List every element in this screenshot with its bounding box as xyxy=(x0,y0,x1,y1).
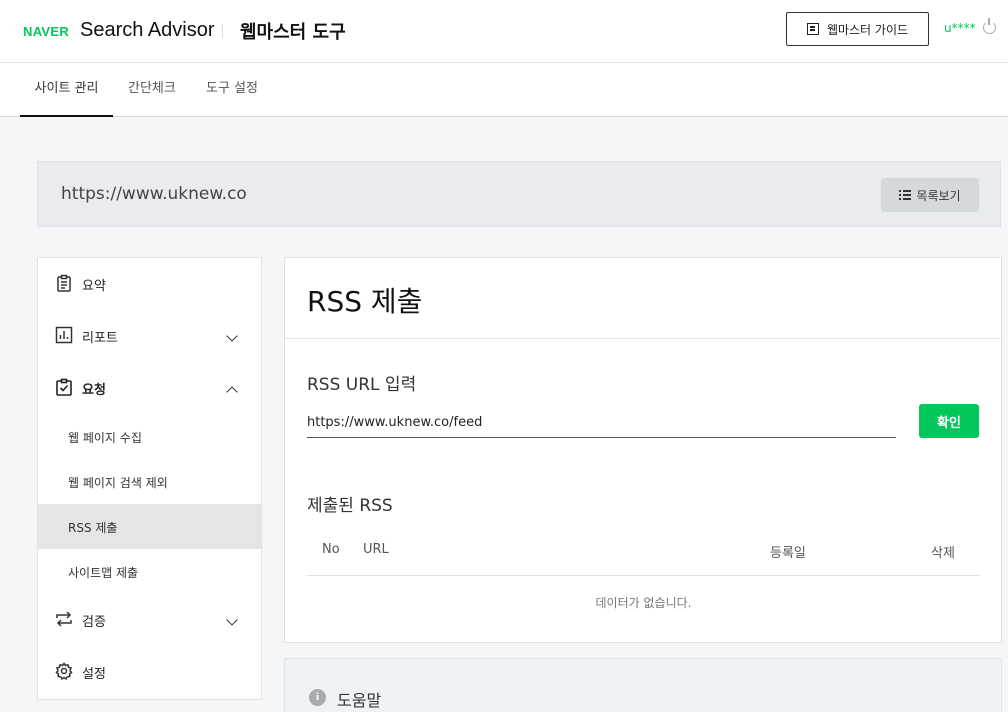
list-icon xyxy=(899,190,912,200)
rss-table-header: No URL 등록일 삭제 xyxy=(307,540,980,576)
brand-title[interactable]: Search Advisor xyxy=(80,19,215,42)
column-header-no: No xyxy=(322,542,340,557)
repeat-icon xyxy=(56,611,72,627)
sidebar-item-settings[interactable]: 설정 xyxy=(38,646,261,698)
sidebar-sub-item-rss-submit[interactable]: RSS 제출 xyxy=(38,504,261,549)
chevron-down-icon xyxy=(226,614,238,626)
sidebar-sub-item-web-page-collect[interactable]: 웹 페이지 수집 xyxy=(38,414,261,459)
info-icon: i xyxy=(309,689,326,706)
gear-icon xyxy=(55,662,73,680)
sidebar-item-verify[interactable]: 검증 xyxy=(38,594,261,646)
sidebar-item-label: 설정 xyxy=(82,667,106,682)
list-view-button[interactable]: 목록보기 xyxy=(881,178,979,212)
sidebar-item-summary[interactable]: 요약 xyxy=(38,258,261,310)
sidebar-sub-item-sitemap-submit[interactable]: 사이트맵 제출 xyxy=(38,549,261,594)
webmaster-guide-button[interactable]: 웹마스터 가이드 xyxy=(786,12,929,46)
sidebar-sub-item-web-page-exclude[interactable]: 웹 페이지 검색 제외 xyxy=(38,459,261,504)
sidebar-sub-item-label: RSS 제출 xyxy=(68,521,118,535)
tab-site-management[interactable]: 사이트 관리 xyxy=(20,63,113,117)
rss-submit-panel: RSS 제출 RSS URL 입력 확인 제출된 RSS No URL 등록일 … xyxy=(284,257,1002,643)
table-empty-message: 데이터가 없습니다. xyxy=(595,596,692,610)
guide-button-label: 웹마스터 가이드 xyxy=(826,22,909,37)
chevron-down-icon xyxy=(226,330,238,342)
rss-url-label: RSS URL 입력 xyxy=(307,375,417,395)
top-header: NAVER Search Advisor 웹마스터 도구 웹마스터 가이드 u*… xyxy=(0,0,1008,63)
site-bar: https://www.uknew.co 목록보기 xyxy=(37,161,1001,227)
checklist-icon xyxy=(56,378,72,396)
column-header-url: URL xyxy=(363,542,389,557)
naver-logo[interactable]: NAVER xyxy=(23,24,69,39)
site-url: https://www.uknew.co xyxy=(61,184,247,204)
confirm-button[interactable]: 확인 xyxy=(919,404,979,438)
help-box: i 도움말 xyxy=(284,658,1002,712)
book-icon xyxy=(806,23,819,35)
header-divider xyxy=(222,24,223,38)
clipboard-icon xyxy=(57,274,71,292)
sidebar-item-report[interactable]: 리포트 xyxy=(38,310,261,362)
tab-tool-settings[interactable]: 도구 설정 xyxy=(206,63,258,117)
sidebar-sub-item-label: 웹 페이지 수집 xyxy=(68,431,142,445)
sidebar-sub-item-label: 웹 페이지 검색 제외 xyxy=(68,476,168,490)
chevron-up-icon xyxy=(226,386,238,398)
chart-icon xyxy=(55,326,73,344)
rss-url-input[interactable] xyxy=(307,408,896,438)
sidebar-item-label: 요약 xyxy=(82,279,106,294)
main-tabs: 사이트 관리 간단체크 도구 설정 xyxy=(0,63,1008,117)
sidebar-item-request[interactable]: 요청 xyxy=(38,362,261,414)
panel-divider xyxy=(285,338,1001,339)
logout-power-icon[interactable] xyxy=(983,18,996,34)
submitted-rss-title: 제출된 RSS xyxy=(307,496,393,516)
column-header-delete: 삭제 xyxy=(931,546,955,561)
sidebar: 요약 리포트 요청 웹 페이지 수집 웹 페이지 검색 제외 RSS 제출 사이… xyxy=(37,257,262,700)
sidebar-sub-item-label: 사이트맵 제출 xyxy=(68,566,139,580)
sidebar-item-label: 검증 xyxy=(82,615,106,630)
panel-title: RSS 제출 xyxy=(307,285,423,318)
sidebar-item-label: 요청 xyxy=(82,383,106,398)
page-title[interactable]: 웹마스터 도구 xyxy=(240,18,346,44)
help-title: 도움말 xyxy=(337,691,382,710)
sidebar-item-label: 리포트 xyxy=(82,331,118,346)
list-button-label: 목록보기 xyxy=(916,188,961,203)
tab-quick-check[interactable]: 간단체크 xyxy=(128,63,176,117)
column-header-date: 등록일 xyxy=(770,546,806,561)
user-id[interactable]: u**** xyxy=(944,21,976,35)
